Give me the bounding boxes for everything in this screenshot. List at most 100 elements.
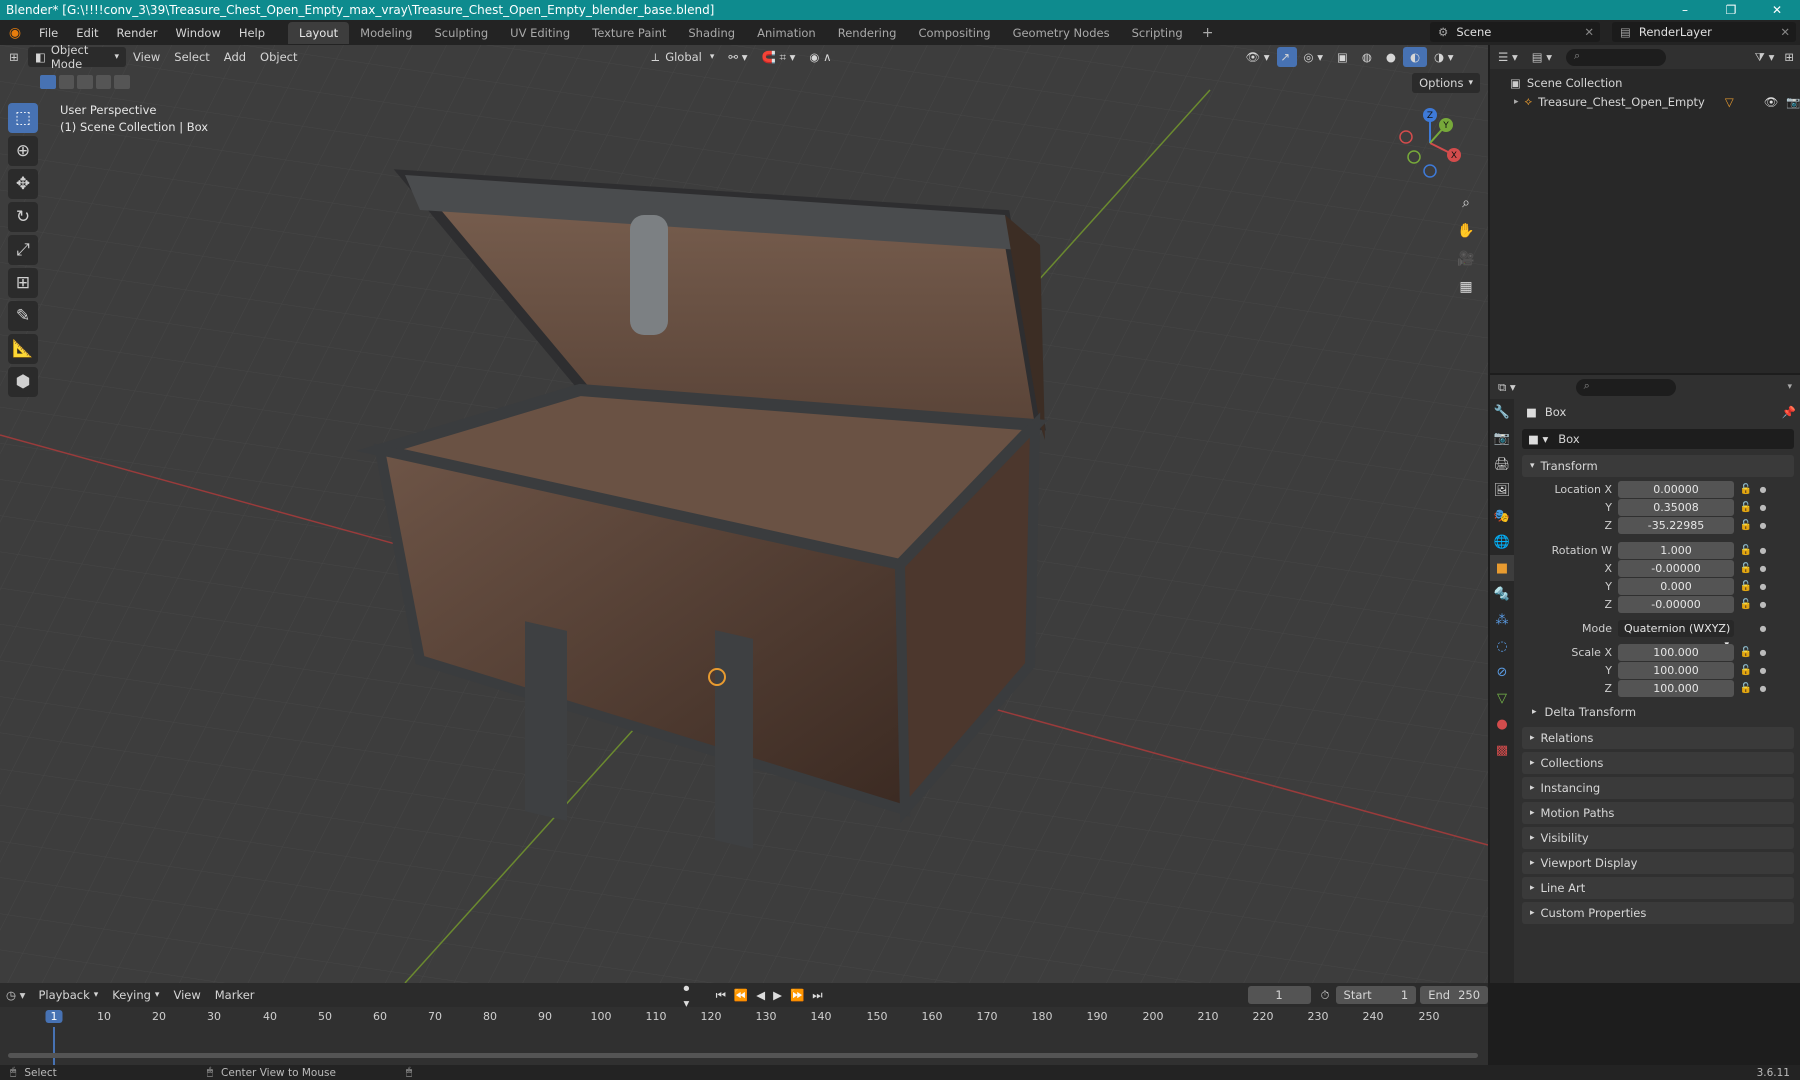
options-dropdown[interactable]: Options ▾ (1412, 73, 1480, 93)
add-cube-tool-icon[interactable]: ⬢ (8, 367, 38, 397)
scale-z-field[interactable]: 100.000 (1618, 680, 1734, 697)
perspective-grid-icon[interactable]: ▦ (1454, 275, 1478, 299)
timeline-editor-icon[interactable]: ◷ ▾ (0, 988, 31, 1002)
object-tab-icon[interactable]: ■ (1490, 555, 1514, 581)
custom-properties-panel-header[interactable]: ▸ Custom Properties (1522, 902, 1794, 924)
constraints-tab-icon[interactable]: ⊘ (1490, 659, 1514, 685)
add-workspace-icon[interactable]: + (1194, 25, 1222, 41)
tool-tab-icon[interactable]: 🔧 (1490, 399, 1514, 425)
properties-editor-icon[interactable]: ⧉ ▾ (1498, 380, 1516, 395)
instancing-panel-header[interactable]: ▸ Instancing (1522, 777, 1794, 799)
tab-rendering[interactable]: Rendering (827, 22, 908, 44)
outliner-editor-icon[interactable]: ☰ ▾ (1498, 50, 1518, 64)
menu-timeline-view[interactable]: View (166, 985, 207, 1005)
xray-icon[interactable]: ▣ (1330, 47, 1355, 67)
tab-scripting[interactable]: Scripting (1121, 22, 1194, 44)
play-reverse-icon[interactable]: ◀ (756, 988, 765, 1002)
select-subtract-icon[interactable] (77, 75, 93, 89)
tab-layout[interactable]: Layout (288, 21, 350, 44)
playhead-frame[interactable]: 1 (45, 1010, 63, 1023)
camera-view-icon[interactable]: 🎥 (1454, 247, 1478, 271)
outliner-item[interactable]: ▸ ⟡ Treasure_Chest_Open_Empty ▽ 👁 📷 (1490, 92, 1800, 111)
navigation-gizmo[interactable]: Z X Y (1394, 107, 1466, 179)
wireframe-shading-icon[interactable]: ◍ (1355, 47, 1379, 67)
menu-select[interactable]: Select (167, 47, 216, 67)
rotation-x-field[interactable]: -0.00000 (1618, 560, 1734, 577)
timeline-scrollbar[interactable] (8, 1053, 1478, 1058)
material-tab-icon[interactable]: ● (1490, 711, 1514, 737)
object-name-field[interactable]: ■ ▾ Box (1522, 429, 1794, 449)
minimize-button[interactable]: – (1662, 0, 1708, 20)
lock-icon[interactable]: 🔓 (1734, 520, 1758, 531)
output-tab-icon[interactable]: 🖨 (1490, 451, 1514, 477)
location-x-field[interactable]: 0.00000 (1618, 481, 1734, 498)
rotation-z-field[interactable]: -0.00000 (1618, 596, 1734, 613)
scale-y-field[interactable]: 100.000 (1618, 662, 1734, 679)
tab-compositing[interactable]: Compositing (907, 22, 1001, 44)
menu-keying[interactable]: Keying ▾ (105, 985, 166, 1005)
tab-uv-editing[interactable]: UV Editing (499, 22, 581, 44)
lock-icon[interactable]: 🔓 (1734, 545, 1758, 556)
display-mode-icon[interactable]: ▤ ▾ (1532, 50, 1552, 64)
prev-keyframe-icon[interactable]: ⏪ (734, 988, 748, 1002)
play-icon[interactable]: ▶ (773, 988, 782, 1002)
lock-icon[interactable]: 🔓 (1734, 683, 1758, 694)
maximize-button[interactable]: ❐ (1708, 0, 1754, 20)
render-layer-selector[interactable]: ▤ RenderLayer ✕ (1612, 22, 1796, 42)
frame-ruler[interactable]: 1 10 20 30 40 50 60 70 80 90 100 110 120… (0, 1007, 1488, 1027)
menu-view[interactable]: View (126, 47, 167, 67)
rotate-tool-icon[interactable]: ↻ (8, 202, 38, 232)
gizmo-toggle-icon[interactable]: ↗ (1276, 47, 1297, 67)
location-z-field[interactable]: -35.22985 (1618, 517, 1734, 534)
properties-search-input[interactable]: ⌕ (1575, 378, 1676, 396)
jump-end-icon[interactable]: ⏭ (812, 988, 822, 1003)
lock-icon[interactable]: 🔓 (1734, 581, 1758, 592)
keyframe-dot-icon[interactable]: ● (1758, 624, 1768, 633)
tab-animation[interactable]: Animation (746, 22, 827, 44)
render-tab-icon[interactable]: 📷 (1490, 425, 1514, 451)
expand-arrow-icon[interactable]: ▸ (1514, 97, 1519, 107)
rotation-mode-dropdown[interactable]: Quaternion (WXYZ) ▾ (1618, 620, 1734, 650)
keyframe-dot-icon[interactable]: ● (1758, 582, 1768, 591)
menu-marker[interactable]: Marker (208, 985, 262, 1005)
scene-selector[interactable]: ⚙ Scene ✕ (1430, 22, 1600, 42)
keyframe-dot-icon[interactable]: ● (1758, 666, 1768, 675)
orientation-dropdown[interactable]: ⟂ Global ▾ (645, 47, 722, 67)
jump-start-icon[interactable]: ⏮ (716, 988, 726, 1003)
lock-icon[interactable]: 🔓 (1734, 647, 1758, 658)
new-collection-icon[interactable]: ⊞ (1784, 50, 1794, 64)
line-art-panel-header[interactable]: ▸ Line Art (1522, 877, 1794, 899)
select-intersect-icon[interactable] (114, 75, 130, 89)
select-invert-icon[interactable] (95, 75, 112, 89)
eye-icon[interactable]: 👁 (1764, 95, 1779, 109)
scale-x-field[interactable]: 100.000 (1618, 644, 1734, 661)
world-tab-icon[interactable]: 🌐 (1490, 529, 1514, 555)
keyframe-dot-icon[interactable]: ● (1758, 521, 1768, 530)
lock-icon[interactable]: 🔓 (1734, 484, 1758, 495)
lock-icon[interactable]: 🔓 (1734, 599, 1758, 610)
modifier-tab-icon[interactable]: 🔩 (1490, 581, 1514, 607)
keyframe-dot-icon[interactable]: ● (1758, 600, 1768, 609)
keyframe-dot-icon[interactable]: ● (1758, 684, 1768, 693)
view-layer-tab-icon[interactable]: 🖼 (1490, 477, 1514, 503)
select-tool-icon[interactable]: ⬚ (8, 103, 38, 133)
tab-shading[interactable]: Shading (677, 22, 746, 44)
rotation-w-field[interactable]: 1.000 (1618, 542, 1734, 559)
next-keyframe-icon[interactable]: ⏩ (790, 988, 804, 1002)
rotation-y-field[interactable]: 0.000 (1618, 578, 1734, 595)
current-frame-field[interactable]: 1 (1247, 986, 1311, 1004)
menu-file[interactable]: File (30, 26, 67, 40)
cursor-tool-icon[interactable]: ⊕ (8, 136, 38, 166)
menu-object[interactable]: Object (253, 47, 304, 67)
render-layer-close-icon[interactable]: ✕ (1780, 25, 1790, 39)
scale-tool-icon[interactable]: ⤢ (8, 235, 38, 265)
end-frame-field[interactable]: End 250 (1420, 986, 1489, 1004)
delta-transform-subpanel[interactable]: ▸ Delta Transform (1532, 705, 1636, 719)
texture-tab-icon[interactable]: ▩ (1490, 737, 1514, 763)
physics-tab-icon[interactable]: ◌ (1490, 633, 1514, 659)
scene-tab-icon[interactable]: 🎭 (1490, 503, 1514, 529)
menu-window[interactable]: Window (166, 26, 229, 40)
tab-texture-paint[interactable]: Texture Paint (581, 22, 677, 44)
select-mode-icons[interactable] (40, 75, 130, 91)
solid-shading-icon[interactable]: ● (1379, 47, 1403, 67)
